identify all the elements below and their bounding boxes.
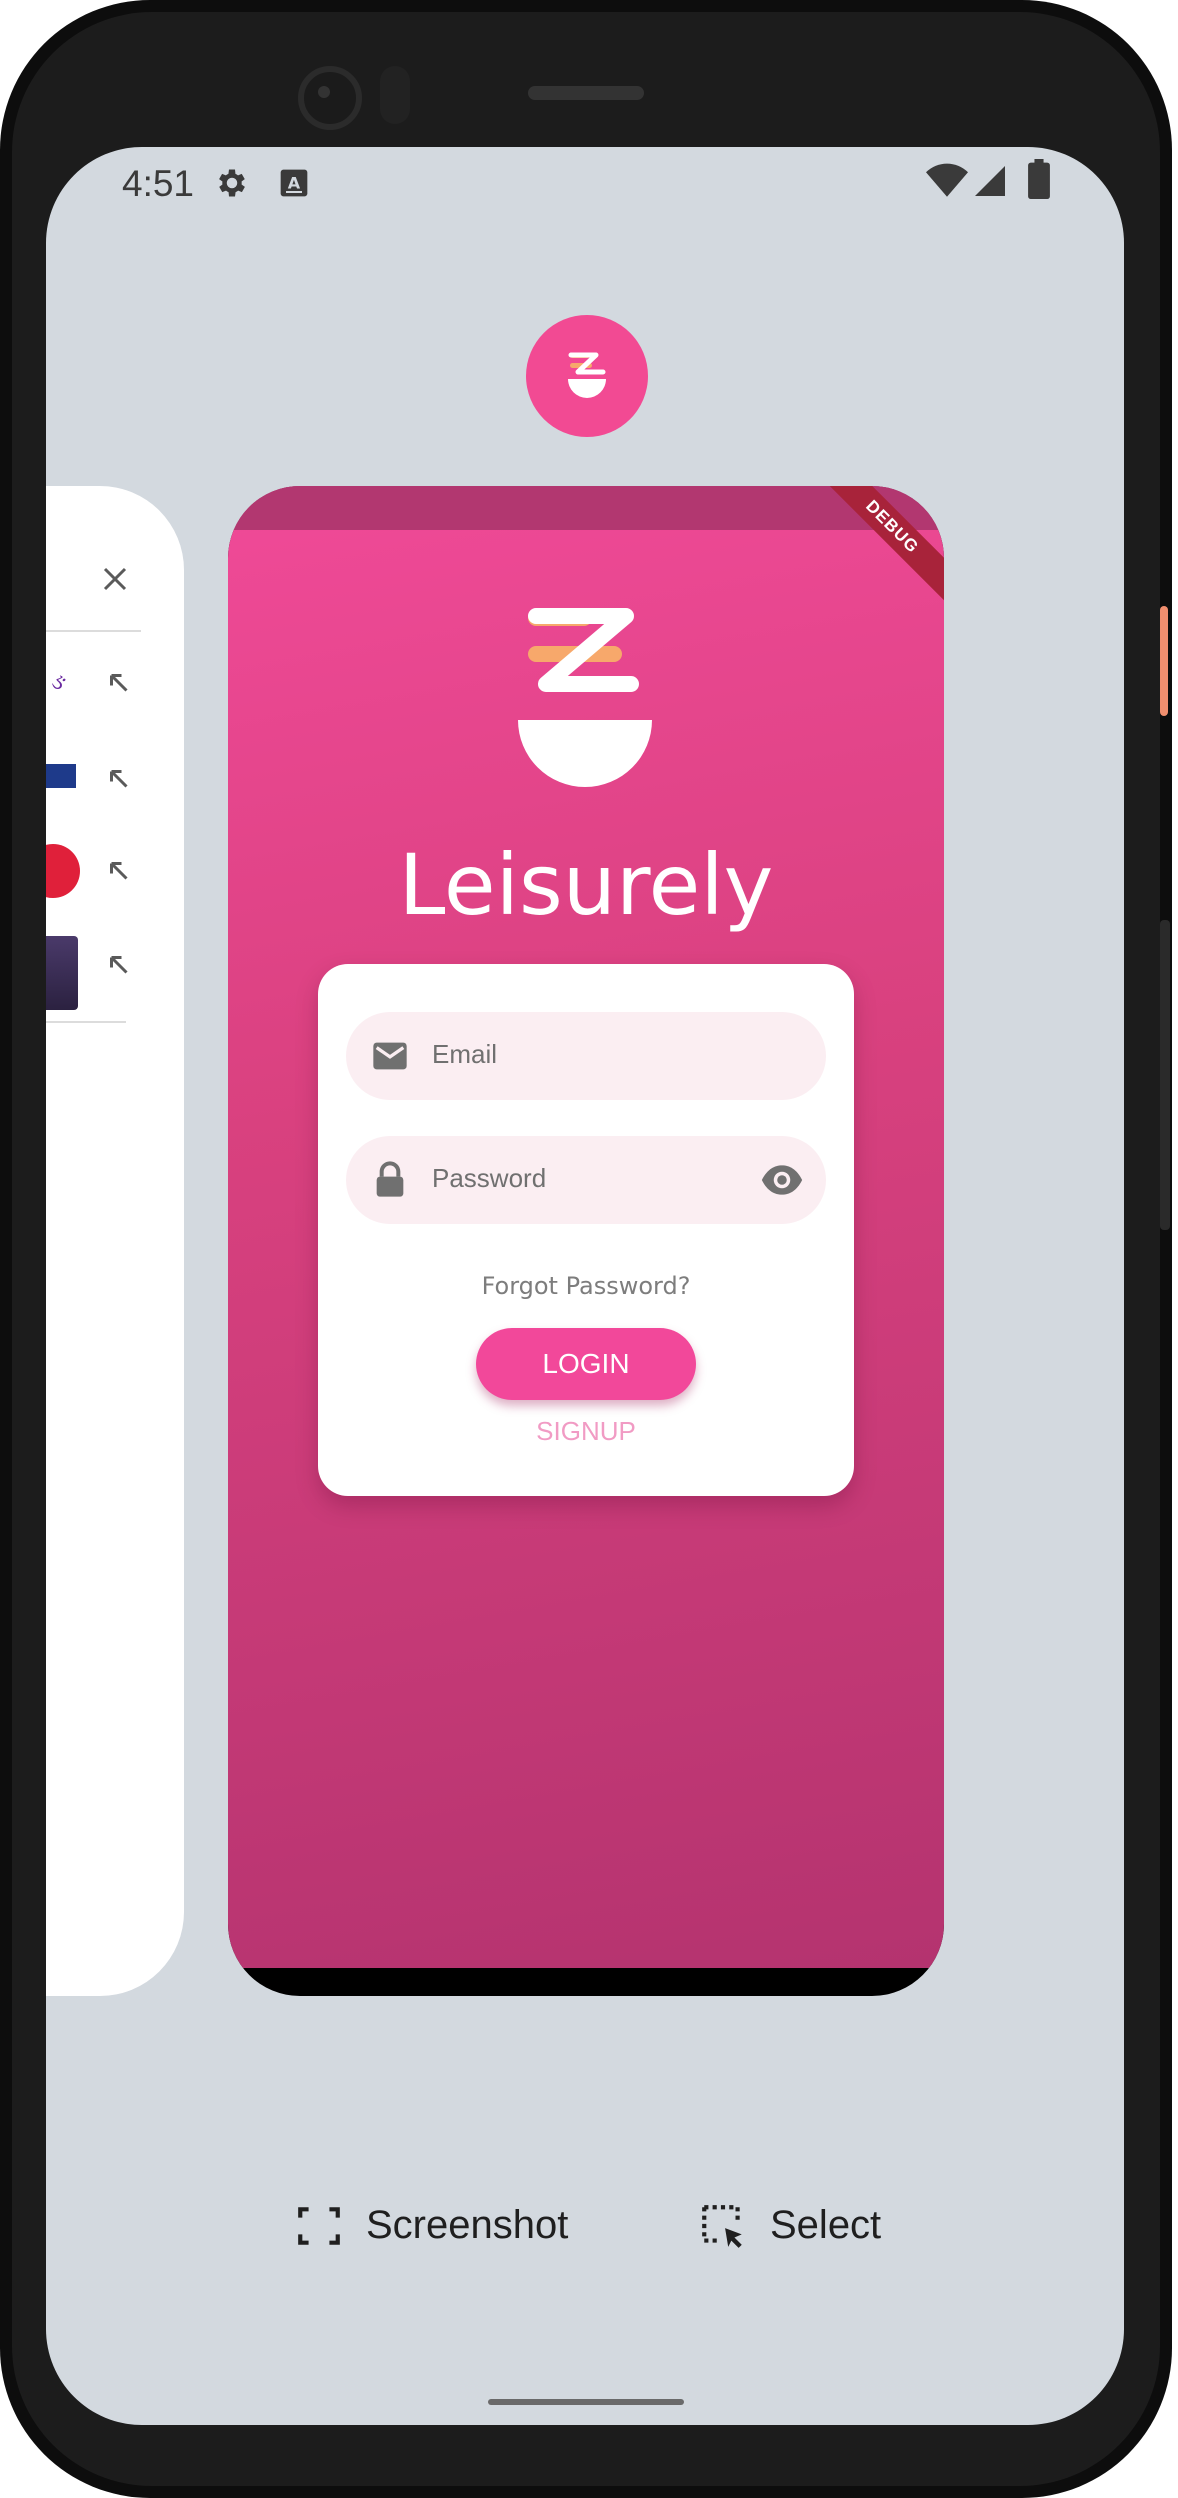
arrow-up-left-icon[interactable] [104, 856, 134, 890]
select-button[interactable]: Select [698, 2197, 938, 2257]
volume-button [1160, 920, 1170, 1230]
email-placeholder: Email [432, 1039, 498, 1069]
list-item[interactable] [46, 842, 156, 902]
screen: 4:51 A ઙ DEBUG Leisurely Email Password … [46, 147, 1124, 2425]
mail-icon [370, 1036, 410, 1080]
signal-icon [972, 163, 1008, 203]
power-button [1160, 606, 1168, 716]
eye-icon[interactable] [760, 1162, 804, 1202]
email-field[interactable]: Email [346, 1012, 826, 1100]
list-item[interactable] [46, 750, 156, 810]
recent-card-leisurely[interactable]: DEBUG Leisurely Email Password Forgot Pa… [228, 486, 944, 1996]
leisurely-logo-icon [518, 608, 652, 787]
gesture-bar[interactable] [488, 2399, 684, 2405]
select-icon [698, 2201, 748, 2255]
status-bar: 4:51 A [46, 147, 1124, 217]
login-button[interactable]: LOGIN [476, 1328, 696, 1400]
forgot-password-link[interactable]: Forgot Password? [318, 1272, 854, 1300]
keyboard-a-icon: A [278, 167, 310, 203]
screenshot-icon [294, 2201, 344, 2255]
leisurely-logo-icon [568, 352, 606, 398]
screenshot-label: Screenshot [366, 2203, 569, 2247]
list-item[interactable] [46, 936, 156, 1010]
wifi-icon [926, 163, 968, 203]
list-item[interactable]: ઙ [46, 654, 156, 714]
divider [46, 630, 141, 632]
earpiece-speaker [528, 86, 644, 100]
thumbnail [46, 936, 78, 1010]
password-placeholder: Password [432, 1163, 547, 1193]
divider [46, 1021, 126, 1023]
login-form: Email Password Forgot Password? LOGIN SI… [318, 964, 854, 1496]
battery-icon [1028, 159, 1050, 203]
proximity-sensor [380, 66, 410, 124]
thumbnail: ઙ [50, 670, 65, 695]
arrow-up-left-icon[interactable] [104, 668, 134, 702]
select-label: Select [770, 2203, 882, 2247]
password-field[interactable]: Password [346, 1136, 826, 1224]
lock-icon [370, 1160, 410, 1204]
arrow-up-left-icon[interactable] [104, 764, 134, 798]
arrow-up-left-icon[interactable] [104, 950, 134, 984]
front-camera [298, 66, 362, 130]
gear-icon [214, 165, 250, 205]
phone-frame: 4:51 A ઙ DEBUG Leisurely Email Password … [0, 0, 1172, 2498]
brand-title: Leisurely [398, 836, 774, 934]
status-time: 4:51 [122, 163, 195, 204]
thumbnail [46, 764, 76, 788]
svg-text:A: A [288, 173, 301, 192]
signup-link[interactable]: SIGNUP [318, 1416, 854, 1447]
screenshot-button[interactable]: Screenshot [294, 2197, 614, 2257]
recent-card-previous[interactable]: ઙ [46, 486, 184, 1996]
thumbnail [46, 844, 80, 898]
app-icon-button[interactable] [526, 315, 648, 437]
close-icon[interactable] [100, 564, 130, 598]
